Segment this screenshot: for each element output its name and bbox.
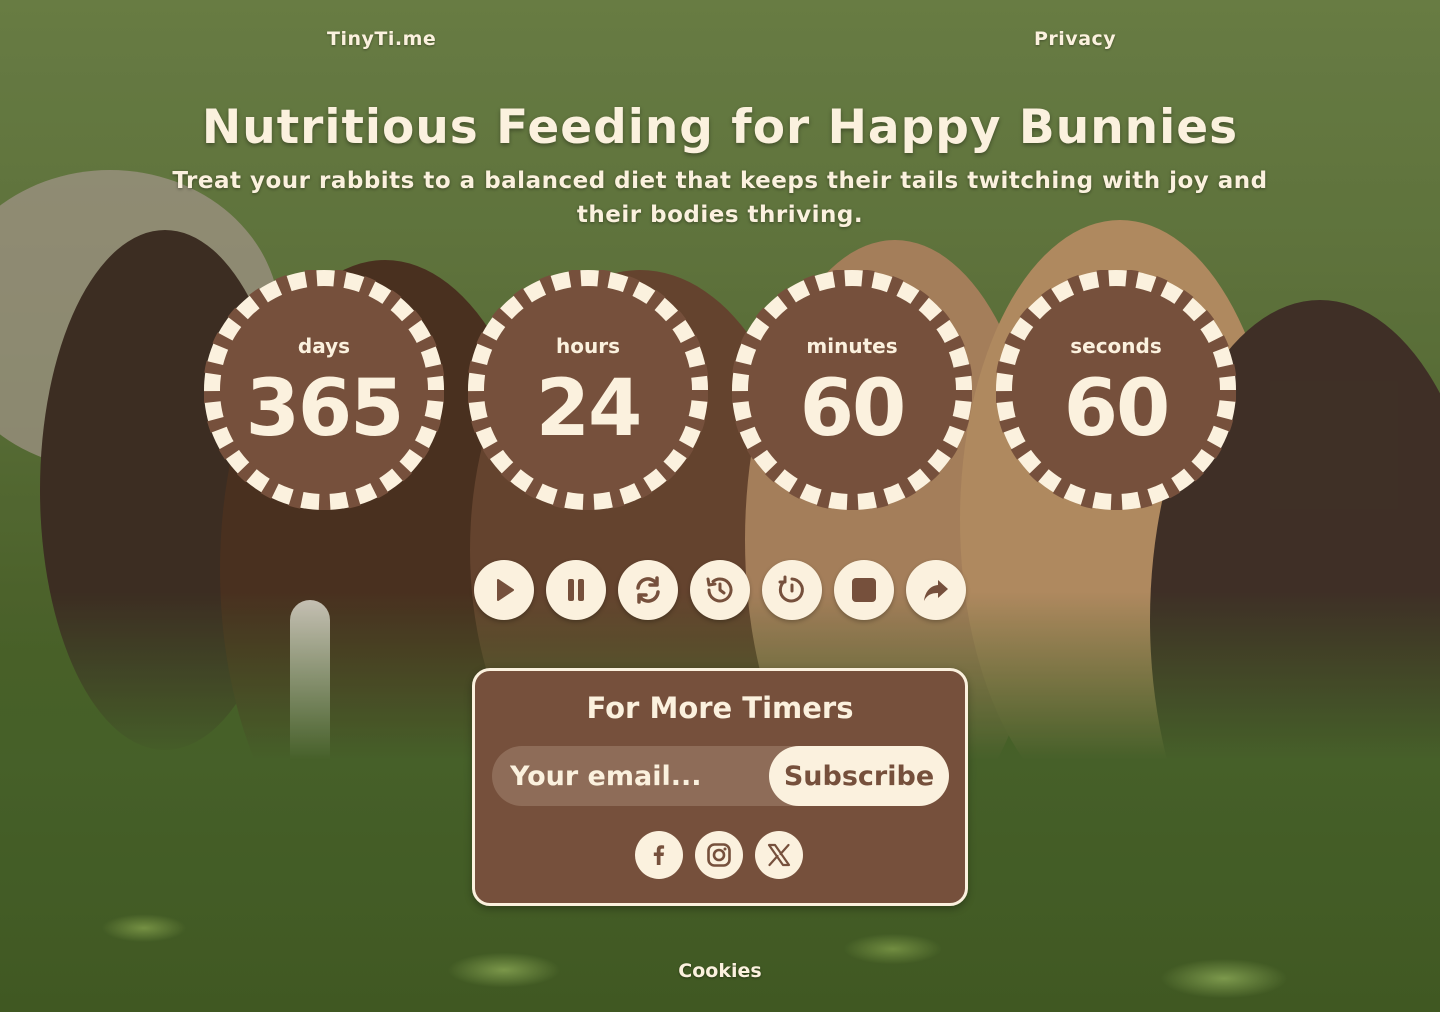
timer-reset-icon: [778, 575, 804, 603]
refresh-icon: [636, 576, 660, 604]
timer-unit-label: days: [297, 334, 351, 358]
play-icon: [497, 579, 514, 601]
timer-dial-hours: hours 24: [468, 270, 708, 510]
x-link[interactable]: [755, 831, 803, 879]
footer: Cookies: [0, 960, 1440, 982]
subscribe-button[interactable]: Subscribe: [769, 746, 949, 806]
subscribe-title: For More Timers: [586, 691, 854, 725]
page-title: Nutritious Feeding for Happy Bunnies: [201, 100, 1239, 155]
pause-button[interactable]: [546, 560, 606, 620]
timer-value: 365: [245, 364, 405, 454]
privacy-link[interactable]: Privacy: [1034, 28, 1116, 50]
instagram-icon: [707, 843, 731, 867]
timer-value: 60: [799, 364, 907, 454]
play-button[interactable]: [474, 560, 534, 620]
timer-reset-button[interactable]: [762, 560, 822, 620]
restart-button[interactable]: [618, 560, 678, 620]
pause-icon: [568, 579, 584, 601]
subscribe-card: For More Timers Subscribe: [472, 668, 968, 906]
timer-unit-label: minutes: [806, 334, 898, 358]
timer-dial-minutes: minutes 60: [732, 270, 972, 510]
timer-dial-days: days 365: [204, 270, 444, 510]
timer-value: 60: [1063, 364, 1171, 454]
x-icon: [767, 843, 791, 867]
history-button[interactable]: [690, 560, 750, 620]
timer-unit-label: hours: [556, 334, 620, 358]
timer-controls: [474, 560, 974, 620]
share-icon: [924, 580, 948, 601]
history-icon: [706, 577, 733, 603]
facebook-icon: [653, 845, 665, 865]
timer-unit-label: seconds: [1070, 334, 1162, 358]
facebook-link[interactable]: [635, 831, 683, 879]
page-subtitle: Treat your rabbits to a balanced diet th…: [172, 168, 1268, 228]
brand-link[interactable]: TinyTi.me: [327, 28, 436, 50]
social-links: [635, 831, 807, 881]
timer-value: 24: [535, 364, 643, 454]
countdown-timer: days 365 hours 24 minutes 60 seconds 60: [204, 270, 1236, 512]
cookies-link[interactable]: Cookies: [678, 960, 761, 982]
stop-button[interactable]: [834, 560, 894, 620]
stop-icon: [852, 578, 876, 602]
share-button[interactable]: [906, 560, 966, 620]
instagram-link[interactable]: [695, 831, 743, 879]
timer-dial-seconds: seconds 60: [996, 270, 1236, 510]
